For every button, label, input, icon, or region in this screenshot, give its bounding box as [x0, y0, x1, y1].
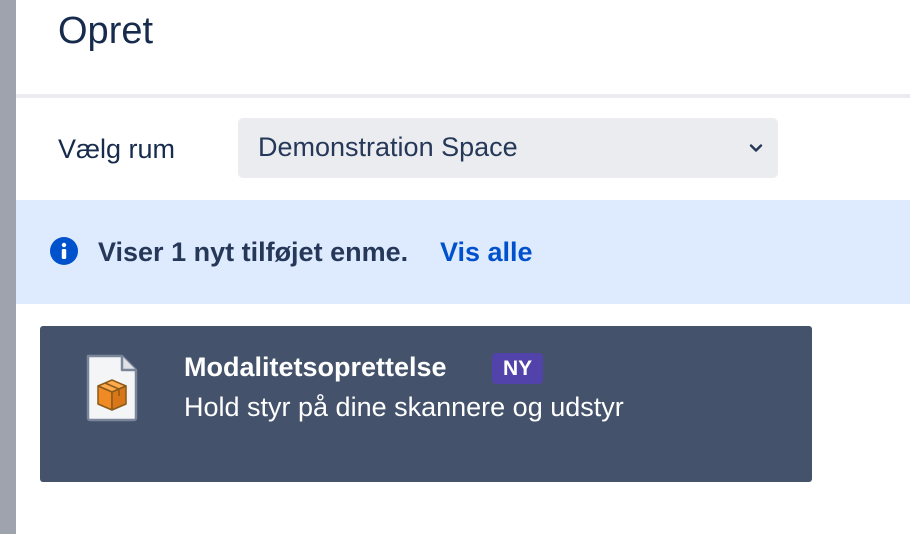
info-banner: Viser 1 nyt tilføjet enme. Vis alle	[16, 200, 910, 304]
dialog-title: Opret	[58, 10, 154, 52]
item-description: Hold styr på dine skannere og udstyr	[184, 392, 624, 422]
dialog-header: Opret	[16, 0, 910, 94]
show-all-link[interactable]: Vis alle	[440, 235, 533, 269]
space-picker-label: Vælg rum	[58, 134, 176, 164]
item-title: Modalitetsoprettelse	[184, 352, 447, 382]
item-type-card[interactable]: Modalitetsoprettelse NY Hold styr på din…	[40, 326, 812, 482]
new-badge: NY	[492, 353, 544, 384]
chevron-down-icon	[749, 144, 763, 152]
create-dialog: Opret Vælg rum Demonstration Space Viser…	[16, 0, 910, 534]
space-select[interactable]: Demonstration Space	[238, 118, 778, 178]
info-message: Viser 1 nyt tilføjet enme.	[98, 237, 409, 267]
space-select-value: Demonstration Space	[258, 132, 518, 162]
space-picker-row: Vælg rum Demonstration Space	[16, 98, 910, 198]
package-file-icon	[86, 354, 138, 422]
background-overlay-edge	[0, 0, 16, 534]
info-icon	[50, 237, 78, 265]
